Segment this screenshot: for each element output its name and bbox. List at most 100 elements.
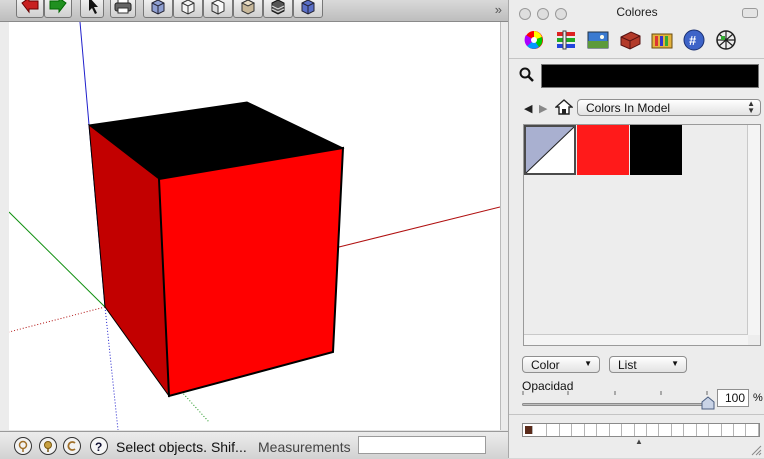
- palette-cell[interactable]: [709, 424, 722, 436]
- copyright-icon[interactable]: [63, 437, 81, 455]
- opacity-slider-thumb[interactable]: [701, 396, 715, 410]
- model-viewport[interactable]: [9, 22, 500, 430]
- iso-view-button[interactable]: [143, 0, 173, 18]
- color-swatch[interactable]: [577, 125, 629, 175]
- back-view-button[interactable]: [263, 0, 293, 18]
- blue-axis-hidden: [104, 306, 119, 430]
- opacity-slider-track[interactable]: [522, 403, 708, 406]
- crayons-icon: [651, 33, 673, 49]
- iso-view-icon: [151, 0, 165, 15]
- nav-forward-icon[interactable]: ▶: [539, 102, 547, 115]
- status-bar: ? Select objects. Shif... Measurements: [0, 431, 508, 459]
- palette-cell[interactable]: [659, 424, 672, 436]
- color-palette-strip[interactable]: [522, 423, 760, 437]
- opacity-ticks: [522, 391, 708, 395]
- resize-grip-icon[interactable]: [750, 444, 762, 456]
- geo-location-icon[interactable]: [14, 437, 32, 455]
- front-view-button[interactable]: [203, 0, 233, 18]
- main-toolbar: »: [0, 0, 508, 22]
- swatch-horizontal-scrollbar[interactable]: [524, 334, 748, 345]
- top-view-button[interactable]: [173, 0, 203, 18]
- tab-hex[interactable]: #: [681, 28, 707, 52]
- opacity-input[interactable]: 100: [717, 389, 749, 407]
- tab-color-sliders[interactable]: [553, 28, 579, 52]
- left-view-button[interactable]: [293, 0, 323, 18]
- red-axis-hidden: [9, 306, 106, 333]
- redo-button[interactable]: [44, 0, 72, 18]
- color-swatch[interactable]: [630, 125, 682, 175]
- tab-materials[interactable]: [617, 28, 643, 52]
- color-model-popup-label: Color: [531, 358, 560, 372]
- top-view-icon: [181, 0, 195, 15]
- palette-cell[interactable]: [722, 424, 734, 436]
- brick-icon: [620, 31, 641, 50]
- model-canvas: [9, 22, 500, 430]
- color-sample-field[interactable]: [541, 64, 759, 88]
- palette-cell[interactable]: [585, 424, 598, 436]
- panel-title: Colores: [616, 5, 658, 19]
- library-select-label: Colors In Model: [586, 101, 671, 115]
- left-view-icon: [301, 0, 315, 15]
- svg-text:#: #: [689, 33, 697, 48]
- library-select[interactable]: Colors In Model ▲ ▼: [577, 99, 761, 116]
- print-button[interactable]: [110, 0, 136, 18]
- sketchup-window: » ? Select objects. Shif... Measurements: [0, 0, 509, 459]
- globe-icon: [716, 30, 736, 50]
- palette-cell[interactable]: [647, 424, 660, 436]
- magnifier-icon: [519, 67, 535, 86]
- palette-cell[interactable]: [597, 424, 610, 436]
- select-tool-button[interactable]: [80, 0, 104, 18]
- right-view-button[interactable]: [233, 0, 263, 18]
- palette-cell[interactable]: [535, 424, 548, 436]
- nav-back-icon[interactable]: ◀: [524, 102, 532, 115]
- palette-cell[interactable]: [734, 424, 747, 436]
- palette-cell[interactable]: [684, 424, 697, 436]
- palette-cell[interactable]: [547, 424, 560, 436]
- measurements-label: Measurements: [258, 439, 351, 455]
- undo-button[interactable]: [16, 0, 44, 18]
- color-model-popup[interactable]: Color ▼: [522, 356, 600, 373]
- updown-arrows-icon: ▲ ▼: [747, 99, 755, 115]
- swatch-list: [523, 124, 761, 346]
- tab-color-wheel[interactable]: [521, 28, 547, 52]
- palette-drawer-handle-icon[interactable]: ▲: [635, 437, 643, 446]
- right-view-icon: [240, 0, 256, 15]
- credits-icon[interactable]: [39, 437, 57, 455]
- image-palette-icon: [587, 31, 609, 49]
- toolbar-overflow-icon[interactable]: »: [495, 2, 502, 17]
- color-sliders-icon: [557, 30, 575, 50]
- tab-web-colors[interactable]: [713, 28, 739, 52]
- home-icon[interactable]: [554, 99, 574, 118]
- palette-cell[interactable]: [622, 424, 635, 436]
- palette-cell[interactable]: [635, 424, 647, 436]
- palette-cell[interactable]: [672, 424, 685, 436]
- palette-cell[interactable]: [697, 424, 710, 436]
- palette-cell[interactable]: [560, 424, 573, 436]
- palette-cell[interactable]: [610, 424, 623, 436]
- palette-separator: [509, 414, 764, 415]
- palette-cell[interactable]: [572, 424, 585, 436]
- view-mode-popup[interactable]: List ▼: [609, 356, 687, 373]
- help-icon[interactable]: ?: [90, 437, 108, 455]
- chevron-down-icon: ▼: [671, 359, 679, 368]
- tab-crayons[interactable]: [649, 28, 675, 52]
- color-wheel-icon: [524, 31, 543, 49]
- hash-icon: #: [683, 29, 705, 51]
- chevron-down-icon: ▼: [584, 359, 592, 368]
- back-view-icon: [271, 0, 285, 15]
- toolbar-toggle-button[interactable]: [742, 8, 758, 18]
- swatch-vertical-scrollbar[interactable]: [747, 125, 760, 335]
- palette-cell[interactable]: [525, 426, 533, 434]
- print-icon: [114, 0, 132, 14]
- opacity-unit: %: [753, 392, 763, 404]
- status-hint: Select objects. Shif...: [116, 439, 247, 455]
- palette-cell[interactable]: [746, 424, 759, 436]
- select-arrow-icon: [89, 0, 98, 14]
- view-mode-popup-label: List: [618, 358, 637, 372]
- tab-color-palettes[interactable]: [585, 28, 611, 52]
- tabs-separator: [509, 58, 764, 59]
- cube-front-face: [157, 146, 345, 398]
- colors-panel: Colores # ◀ ▶ Colors In Model ▲ ▼ Color …: [508, 0, 764, 458]
- measurements-input[interactable]: [358, 436, 486, 454]
- color-swatch[interactable]: [524, 125, 576, 175]
